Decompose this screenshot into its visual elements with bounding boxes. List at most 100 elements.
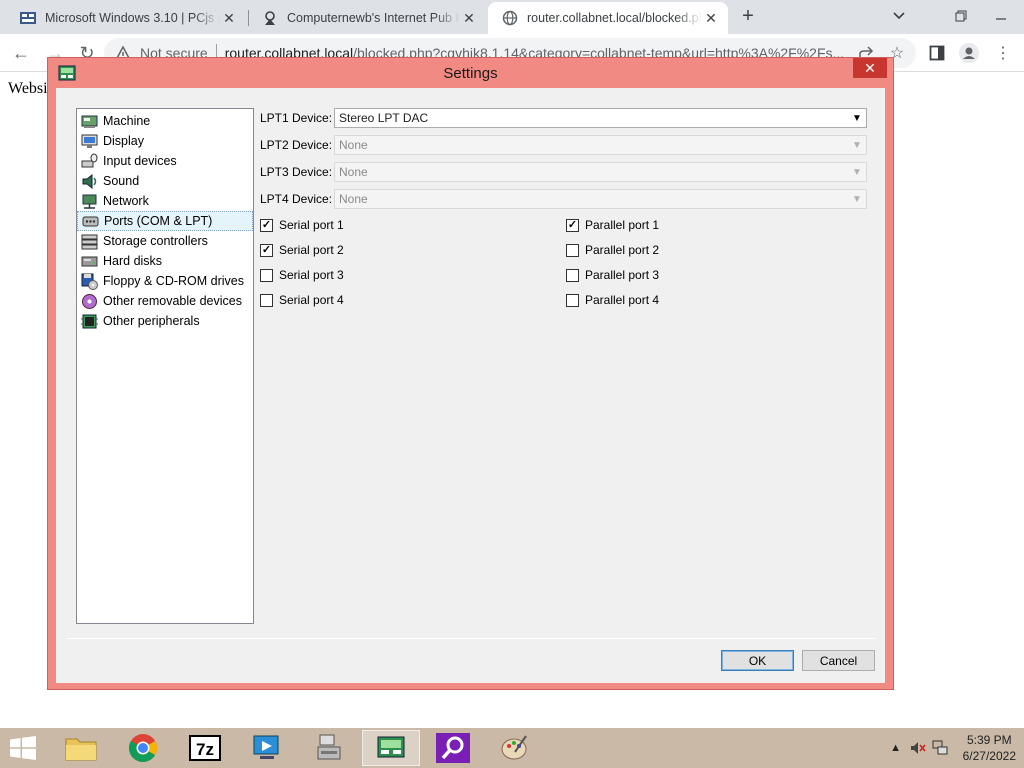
category-label: Other removable devices — [103, 294, 242, 308]
checkbox-box[interactable] — [260, 293, 273, 307]
category-sound[interactable]: Sound — [77, 171, 253, 191]
dialog-client-area: Machine Display Input devices Sound Netw… — [56, 88, 885, 683]
cancel-button[interactable]: Cancel — [802, 650, 875, 671]
lpt4-value: None — [339, 192, 368, 206]
system-tray: ▲ 5:39 PM 6/27/2022 — [885, 728, 1016, 768]
chevron-down-icon: ▼ — [852, 112, 862, 124]
lpt3-label: LPT3 Device: — [260, 165, 333, 179]
serial-port-1-checkbox[interactable]: ✓ Serial port 1 — [260, 216, 344, 234]
tab-pcjs[interactable]: Microsoft Windows 3.10 | PCjs M ✕ — [6, 2, 246, 34]
category-label: Ports (COM & LPT) — [104, 214, 213, 228]
category-display[interactable]: Display — [77, 131, 253, 151]
tab-close-icon[interactable]: ✕ — [220, 9, 238, 27]
paint-icon[interactable] — [486, 730, 544, 766]
lpt4-device-select[interactable]: None ▼ — [334, 189, 867, 209]
chevron-down-icon: ▼ — [852, 139, 862, 151]
lpt4-label: LPT4 Device: — [260, 192, 333, 206]
tab-internet-pub[interactable]: Computernewb's Internet Pub H ✕ — [248, 2, 486, 34]
lpt3-device-select[interactable]: None ▼ — [334, 162, 867, 182]
category-floppy-cdrom[interactable]: Floppy & CD-ROM drives — [77, 271, 253, 291]
globe-icon — [502, 10, 518, 26]
category-label: Hard disks — [103, 254, 163, 268]
settings-dialog: Settings ✕ Machine Display Input devices… — [47, 57, 894, 690]
windows-start-icon[interactable] — [10, 736, 36, 760]
display-icon — [81, 134, 98, 148]
tab-title: router.collabnet.local/blocked.ph — [527, 11, 702, 25]
checkbox-box[interactable] — [566, 268, 579, 282]
checkbox-label: Serial port 4 — [279, 293, 344, 307]
pcjs-favicon — [20, 10, 36, 26]
ok-button[interactable]: OK — [721, 650, 794, 671]
tab-search-chevron-icon[interactable] — [882, 2, 916, 30]
checkbox-box[interactable]: ✓ — [260, 218, 273, 232]
chrome-icon[interactable] — [114, 730, 172, 766]
network-tray-icon[interactable] — [932, 740, 948, 756]
lpt2-row: LPT2 Device: None ▼ — [260, 135, 867, 155]
checkbox-label: Serial port 2 — [279, 243, 344, 257]
category-label: Floppy & CD-ROM drives — [103, 274, 244, 288]
lpt1-device-select[interactable]: Stereo LPT DAC ▼ — [334, 108, 867, 128]
parallel-port-3-checkbox[interactable]: Parallel port 3 — [566, 266, 659, 284]
page-body-text: Websi — [8, 80, 48, 97]
file-explorer-icon[interactable] — [52, 730, 110, 766]
lpt1-label: LPT1 Device: — [260, 111, 333, 125]
parallel-port-1-checkbox[interactable]: ✓ Parallel port 1 — [566, 216, 659, 234]
lpt2-device-select[interactable]: None ▼ — [334, 135, 867, 155]
lpt2-label: LPT2 Device: — [260, 138, 333, 152]
86box-icon[interactable] — [362, 730, 420, 766]
clock-time: 5:39 PM — [966, 733, 1012, 747]
parallel-port-2-checkbox[interactable]: Parallel port 2 — [566, 241, 659, 259]
category-hard-disks[interactable]: Hard disks — [77, 251, 253, 271]
magnifier-icon[interactable] — [424, 730, 482, 766]
chevron-down-icon: ▼ — [852, 193, 862, 205]
serial-port-4-checkbox[interactable]: Serial port 4 — [260, 291, 344, 309]
profile-avatar-icon[interactable] — [958, 42, 980, 64]
tab-close-icon[interactable]: ✕ — [702, 9, 720, 27]
volume-muted-icon[interactable] — [910, 740, 926, 756]
category-list: Machine Display Input devices Sound Netw… — [76, 108, 254, 624]
ports-icon — [82, 216, 99, 226]
category-ports[interactable]: Ports (COM & LPT) — [77, 211, 253, 231]
peripherals-icon — [81, 314, 98, 328]
tab-router-blocked[interactable]: router.collabnet.local/blocked.ph ✕ — [488, 2, 728, 34]
window-minimize-icon[interactable] — [984, 2, 1018, 30]
category-label: Other peripherals — [103, 314, 200, 328]
category-other-removable[interactable]: Other removable devices — [77, 291, 253, 311]
back-arrow-icon[interactable]: ← — [8, 40, 34, 66]
category-machine[interactable]: Machine — [77, 111, 253, 131]
remote-desktop-icon[interactable] — [238, 730, 296, 766]
dialog-separator — [67, 638, 875, 639]
parallel-port-4-checkbox[interactable]: Parallel port 4 — [566, 291, 659, 309]
tray-expand-icon[interactable]: ▲ — [888, 740, 904, 756]
serial-port-3-checkbox[interactable]: Serial port 3 — [260, 266, 344, 284]
7zip-icon[interactable]: 7z — [176, 730, 234, 766]
lpt4-row: LPT4 Device: None ▼ — [260, 189, 867, 209]
checkbox-label: Parallel port 2 — [585, 243, 660, 257]
more-menu-icon[interactable]: ⋮ — [992, 42, 1014, 64]
86box-app-icon — [58, 64, 76, 82]
category-label: Sound — [103, 174, 140, 188]
checkbox-box[interactable]: ✓ — [260, 243, 273, 257]
category-storage-controllers[interactable]: Storage controllers — [77, 231, 253, 251]
serial-port-2-checkbox[interactable]: ✓ Serial port 2 — [260, 241, 344, 259]
checkbox-box[interactable] — [260, 268, 273, 282]
category-network[interactable]: Network — [77, 191, 253, 211]
dialog-titlebar[interactable]: Settings ✕ — [48, 58, 893, 88]
checkbox-label: Serial port 1 — [279, 218, 344, 232]
setup-icon[interactable] — [300, 730, 358, 766]
category-input-devices[interactable]: Input devices — [77, 151, 253, 171]
category-other-peripherals[interactable]: Other peripherals — [77, 311, 253, 331]
tab-close-icon[interactable]: ✕ — [460, 9, 478, 27]
side-panel-icon[interactable] — [926, 42, 948, 64]
category-label: Machine — [103, 114, 151, 128]
checkbox-box[interactable] — [566, 293, 579, 307]
lpt3-value: None — [339, 165, 368, 179]
window-restore-icon[interactable] — [944, 2, 978, 30]
checkbox-box[interactable] — [566, 243, 579, 257]
checkbox-box[interactable]: ✓ — [566, 218, 579, 232]
new-tab-button[interactable]: + — [738, 6, 758, 28]
clock[interactable]: 5:39 PM 6/27/2022 — [963, 732, 1016, 764]
category-label: Storage controllers — [103, 234, 208, 248]
category-label: Network — [103, 194, 149, 208]
close-icon[interactable]: ✕ — [853, 58, 887, 78]
